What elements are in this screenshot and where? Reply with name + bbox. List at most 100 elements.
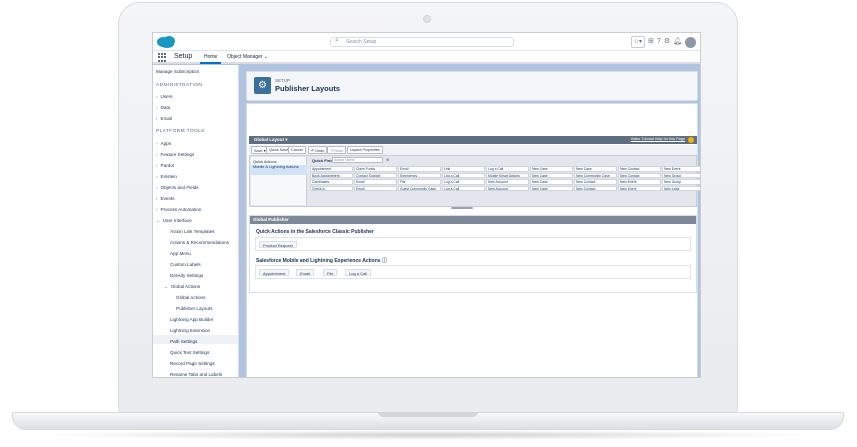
sidebar-item-users[interactable]: › Users: [156, 94, 173, 99]
palette-action-item[interactable]: Contact Support: [354, 172, 397, 178]
add-icon[interactable]: ⊞: [648, 37, 654, 47]
sidebar-item-objects-and-fields[interactable]: › Objects and Fields: [156, 185, 199, 190]
palette-action-item[interactable]: Log a Call: [442, 172, 485, 178]
palette-action-item[interactable]: New Event: [618, 185, 661, 191]
palette-action-item[interactable]: New Contact: [618, 166, 661, 172]
sidebar-item-events[interactable]: › Events: [156, 196, 175, 201]
app-launcher-icon[interactable]: [158, 53, 167, 62]
layout-properties-button[interactable]: Layout Properties: [347, 146, 383, 154]
palette-action-item[interactable]: Email: [354, 179, 397, 185]
help-icon[interactable]: ?: [657, 37, 661, 47]
action-chip-file[interactable]: File: [323, 269, 338, 276]
sidebar-item-apps[interactable]: › Apps: [156, 141, 171, 146]
palette-action-item[interactable]: New Account: [486, 179, 529, 185]
action-chip-appointment[interactable]: Appointment: [259, 269, 290, 276]
palette-action-item[interactable]: New Event: [662, 166, 700, 172]
resize-handle[interactable]: [451, 207, 473, 209]
sidebar-item-global-actions[interactable]: Global Actions: [176, 295, 205, 300]
sidebar-item-quick-text-settings[interactable]: Quick Text Settings: [170, 350, 209, 355]
sidebar-item-einstein[interactable]: › Einstein: [156, 174, 177, 179]
sidebar-item-rename-tabs-labels[interactable]: Rename Tabs and Labels: [170, 372, 222, 377]
palette-action-item[interactable]: Link: [442, 166, 485, 172]
palette-action-item[interactable]: New Event: [618, 179, 661, 185]
palette-action-item[interactable]: Guest Community Case: [398, 185, 441, 191]
layout-name-dropdown[interactable]: Global Layout ▾: [254, 137, 288, 143]
palette-action-item[interactable]: Claim Funds: [354, 166, 397, 172]
bell-icon[interactable]: 🔔︎: [673, 37, 682, 47]
palette-action-item[interactable]: Log a Call: [486, 166, 529, 172]
palette-action-item[interactable]: New Group: [662, 172, 700, 178]
palette-action-item[interactable]: New Case: [574, 166, 617, 172]
sidebar-item-lightning-extension[interactable]: Lightning Extension: [170, 328, 210, 333]
palette-action-item[interactable]: Book Appointment: [310, 172, 353, 178]
sidebar-heading-administration: ADMINISTRATION: [156, 83, 203, 88]
camera-icon: [423, 15, 431, 23]
quick-find-input[interactable]: Action Name: [332, 157, 383, 163]
sidebar-item-data[interactable]: › Data: [156, 105, 170, 110]
classic-actions-dropzone[interactable]: Product Request: [255, 237, 691, 251]
palette-action-item[interactable]: New Account: [486, 185, 529, 191]
sidebar-item-email[interactable]: › Email: [156, 116, 172, 121]
tab-object-manager[interactable]: Object Manager ⌄: [223, 51, 272, 64]
avatar[interactable]: [685, 36, 696, 48]
lightning-actions-dropzone[interactable]: Appointment Email File Log a Call: [255, 265, 691, 279]
sidebar-item-manage-subscription[interactable]: Manage Subscription: [156, 69, 199, 74]
sidebar-item-path-settings[interactable]: Path Settings: [170, 339, 197, 344]
sidebar-item-custom-labels[interactable]: Custom Labels: [170, 262, 201, 267]
action-chip-log-a-call[interactable]: Log a Call: [345, 269, 372, 276]
palette-action-item[interactable]: Email: [398, 166, 441, 172]
action-chip-product-request[interactable]: Product Request: [259, 241, 297, 248]
palette-action-item[interactable]: New Community Case: [574, 172, 617, 178]
palette-category-mobile-lightning[interactable]: Mobile & Lightning Actions: [253, 164, 307, 170]
salesforce-logo-icon[interactable]: [156, 35, 178, 49]
sidebar-item-global-actions-group[interactable]: ⌄ Global Actions: [164, 284, 200, 290]
palette-action-item[interactable]: New Case: [530, 172, 573, 178]
palette-action-item[interactable]: Candidates: [310, 179, 353, 185]
classic-actions-title: Quick Actions in the Salesforce Classic …: [256, 229, 374, 235]
tab-object-manager-label: Object Manager: [227, 54, 263, 60]
search-placeholder: Search Setup: [346, 39, 377, 45]
palette-action-item[interactable]: Emergency: [398, 172, 441, 178]
palette-action-item[interactable]: Mobile Smart Actions: [486, 172, 529, 178]
help-links[interactable]: Video Tutorial Help for this Page: [631, 137, 685, 141]
info-icon[interactable]: ⓘ: [382, 258, 387, 264]
palette-action-item[interactable]: New Case: [530, 185, 573, 191]
sidebar-item-process-automation[interactable]: › Process Automation: [156, 207, 201, 212]
action-chip-email[interactable]: Email: [296, 269, 315, 276]
palette-action-item[interactable]: Log a Call: [442, 179, 485, 185]
sidebar-item-app-menu[interactable]: App Menu: [170, 251, 191, 256]
sidebar-item-action-link-templates[interactable]: Action Link Templates: [170, 229, 215, 234]
sidebar-item-density-settings[interactable]: Density Settings: [170, 273, 203, 278]
palette-action-item[interactable]: New Contact: [574, 179, 617, 185]
search-input[interactable]: ⌕ Search Setup: [330, 37, 514, 47]
help-icon[interactable]: [688, 137, 694, 143]
palette-action-item[interactable]: Appointment: [310, 166, 353, 172]
sidebar-item-actions-recommendations[interactable]: Actions & Recommendations: [170, 240, 229, 245]
screen: ⌕ Search Setup ☆▾ ⊞ ? ⚙ 🔔︎ Setup Home Ob…: [152, 32, 701, 378]
palette-action-item[interactable]: New Contact: [574, 185, 617, 191]
palette-action-item[interactable]: New Contact: [618, 172, 661, 178]
tab-home[interactable]: Home: [200, 51, 222, 64]
palette-action-item[interactable]: New Lead: [662, 185, 700, 191]
sidebar-item-pardot[interactable]: › Pardot: [156, 163, 174, 168]
sidebar-item-record-page-settings[interactable]: Record Page Settings: [170, 361, 215, 366]
palette-action-item[interactable]: New Group: [662, 179, 700, 185]
sidebar-item-publisher-layouts[interactable]: Publisher Layouts: [176, 306, 213, 311]
gear-icon[interactable]: ⚙: [664, 37, 670, 47]
redo-button[interactable]: ↷ Redo: [327, 146, 347, 154]
palette-action-item[interactable]: New Case: [530, 166, 573, 172]
palette-action-item[interactable]: Email: [354, 185, 397, 191]
clear-icon[interactable]: ⊗: [386, 157, 389, 162]
undo-button[interactable]: ↶ Undo: [308, 146, 328, 154]
star-icon[interactable]: ☆▾: [630, 36, 646, 48]
sidebar-item-user-interface[interactable]: ⌄ User Interface: [156, 218, 192, 224]
palette-action-item[interactable]: Log a Call: [442, 185, 485, 191]
sidebar-item-label: Data: [160, 105, 171, 110]
sidebar-item-lightning-app-builder[interactable]: Lightning App Builder: [170, 317, 213, 322]
setup-label: SETUP: [275, 78, 291, 83]
palette-action-item[interactable]: Check In: [310, 185, 353, 191]
palette-action-item[interactable]: New Case: [530, 179, 573, 185]
sidebar-item-feature-settings[interactable]: › Feature Settings: [156, 152, 194, 157]
cancel-button[interactable]: Cancel: [288, 146, 306, 154]
palette-action-item[interactable]: File: [398, 179, 441, 185]
